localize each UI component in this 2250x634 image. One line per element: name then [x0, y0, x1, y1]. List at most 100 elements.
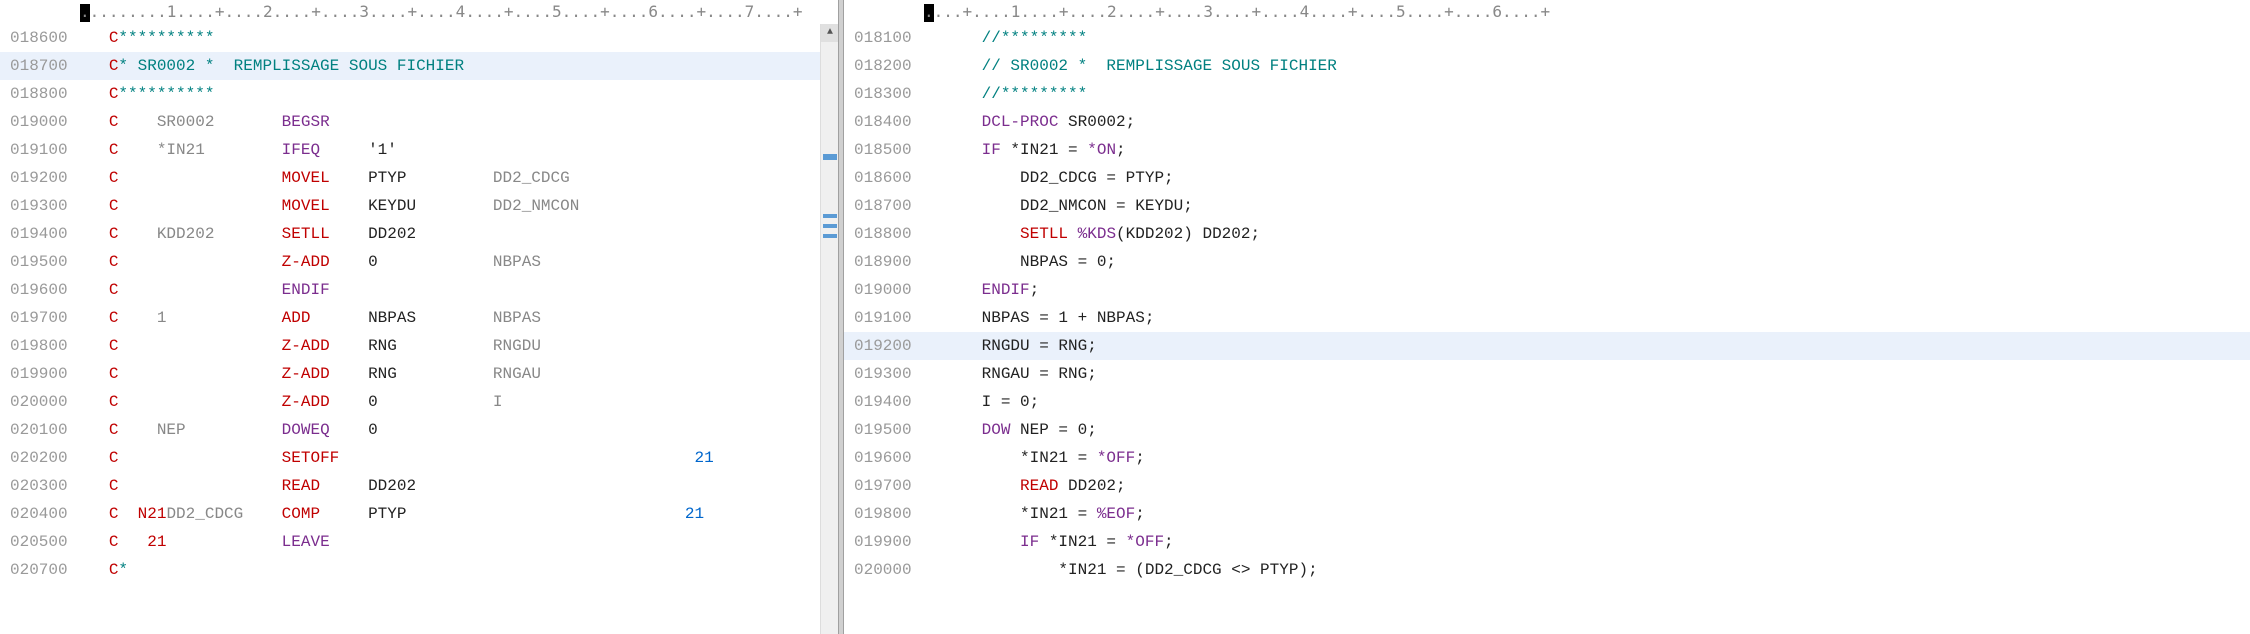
line-content: RNGDU = RNG; — [924, 332, 2250, 360]
ruler-left: .........1....+....2....+....3....+....4… — [0, 0, 838, 24]
right-editor-pane[interactable]: ....+....1....+....2....+....3....+....4… — [844, 0, 2250, 634]
code-line[interactable]: 020400 C N21DD2_CDCG COMP PTYP 21 — [0, 500, 838, 528]
line-number: 019500 — [0, 248, 80, 276]
code-line[interactable]: 018700 C* SR0002 * REMPLISSAGE SOUS FICH… — [0, 52, 838, 80]
line-content: C 1 ADD NBPAS NBPAS — [80, 304, 838, 332]
code-line[interactable]: 019700 C 1 ADD NBPAS NBPAS — [0, 304, 838, 332]
line-content: C SR0002 BEGSR — [80, 108, 838, 136]
line-number: 019900 — [844, 528, 924, 556]
line-number: 018700 — [844, 192, 924, 220]
line-number: 019800 — [844, 500, 924, 528]
line-content: RNGAU = RNG; — [924, 360, 2250, 388]
code-line[interactable]: 018200 // SR0002 * REMPLISSAGE SOUS FICH… — [844, 52, 2250, 80]
code-line[interactable]: 019200 RNGDU = RNG; — [844, 332, 2250, 360]
scroll-marker[interactable] — [823, 234, 837, 238]
code-line[interactable]: 019400 I = 0; — [844, 388, 2250, 416]
left-code-area[interactable]: 018600 C**********018700 C* SR0002 * REM… — [0, 24, 838, 584]
line-content: I = 0; — [924, 388, 2250, 416]
code-line[interactable]: 018900 NBPAS = 0; — [844, 248, 2250, 276]
code-line[interactable]: 020300 C READ DD202 — [0, 472, 838, 500]
code-line[interactable]: 019900 IF *IN21 = *OFF; — [844, 528, 2250, 556]
line-content: C 21 LEAVE — [80, 528, 838, 556]
line-number: 019000 — [844, 276, 924, 304]
line-number: 020000 — [0, 388, 80, 416]
code-line[interactable]: 018600 C********** — [0, 24, 838, 52]
code-line[interactable]: 019600 C ENDIF — [0, 276, 838, 304]
code-line[interactable]: 018300 //********* — [844, 80, 2250, 108]
left-scrollbar[interactable]: ▲ — [820, 24, 838, 634]
line-content: C *IN21 IFEQ '1' — [80, 136, 838, 164]
line-content: *IN21 = (DD2_CDCG <> PTYP); — [924, 556, 2250, 584]
code-line[interactable]: 019500 C Z-ADD 0 NBPAS — [0, 248, 838, 276]
code-line[interactable]: 020500 C 21 LEAVE — [0, 528, 838, 556]
line-content: DOW NEP = 0; — [924, 416, 2250, 444]
line-number: 019700 — [844, 472, 924, 500]
code-line[interactable]: 020000 *IN21 = (DD2_CDCG <> PTYP); — [844, 556, 2250, 584]
code-line[interactable]: 020700 C* — [0, 556, 838, 584]
code-line[interactable]: 018500 IF *IN21 = *ON; — [844, 136, 2250, 164]
line-number: 019600 — [844, 444, 924, 472]
line-number: 018700 — [0, 52, 80, 80]
code-line[interactable]: 020200 C SETOFF 21 — [0, 444, 838, 472]
code-line[interactable]: 019300 C MOVEL KEYDU DD2_NMCON — [0, 192, 838, 220]
line-content: C********** — [80, 80, 838, 108]
code-line[interactable]: 019200 C MOVEL PTYP DD2_CDCG — [0, 164, 838, 192]
line-content: NBPAS = 0; — [924, 248, 2250, 276]
line-content: C Z-ADD RNG RNGDU — [80, 332, 838, 360]
code-line[interactable]: 019100 NBPAS = 1 + NBPAS; — [844, 304, 2250, 332]
line-content: C SETOFF 21 — [80, 444, 838, 472]
line-number: 019800 — [0, 332, 80, 360]
line-number: 018300 — [844, 80, 924, 108]
code-line[interactable]: 019000 ENDIF; — [844, 276, 2250, 304]
scroll-marker[interactable] — [823, 214, 837, 218]
line-content: C********** — [80, 24, 838, 52]
line-content: C Z-ADD 0 NBPAS — [80, 248, 838, 276]
scroll-up-icon[interactable]: ▲ — [821, 24, 838, 42]
line-content: // SR0002 * REMPLISSAGE SOUS FICHIER — [924, 52, 2250, 80]
line-number: 019200 — [844, 332, 924, 360]
line-content: DD2_NMCON = KEYDU; — [924, 192, 2250, 220]
code-line[interactable]: 019700 READ DD202; — [844, 472, 2250, 500]
code-line[interactable]: 019000 C SR0002 BEGSR — [0, 108, 838, 136]
line-number: 019500 — [844, 416, 924, 444]
line-number: 020100 — [0, 416, 80, 444]
line-content: C MOVEL KEYDU DD2_NMCON — [80, 192, 838, 220]
line-content: C KDD202 SETLL DD202 — [80, 220, 838, 248]
code-line[interactable]: 020100 C NEP DOWEQ 0 — [0, 416, 838, 444]
line-content: C Z-ADD RNG RNGAU — [80, 360, 838, 388]
code-line[interactable]: 018400 DCL-PROC SR0002; — [844, 108, 2250, 136]
code-line[interactable]: 018800 C********** — [0, 80, 838, 108]
code-line[interactable]: 019300 RNGAU = RNG; — [844, 360, 2250, 388]
line-number: 020700 — [0, 556, 80, 584]
line-content: NBPAS = 1 + NBPAS; — [924, 304, 2250, 332]
code-line[interactable]: 018700 DD2_NMCON = KEYDU; — [844, 192, 2250, 220]
line-number: 019900 — [0, 360, 80, 388]
code-line[interactable]: 019900 C Z-ADD RNG RNGAU — [0, 360, 838, 388]
line-number: 019300 — [0, 192, 80, 220]
code-line[interactable]: 019400 C KDD202 SETLL DD202 — [0, 220, 838, 248]
code-line[interactable]: 019800 *IN21 = %EOF; — [844, 500, 2250, 528]
scroll-marker[interactable] — [823, 154, 837, 160]
ruler-text-left: .........1....+....2....+....3....+....4… — [80, 2, 802, 21]
line-number: 019400 — [844, 388, 924, 416]
right-code-area[interactable]: 018100 //*********018200 // SR0002 * REM… — [844, 24, 2250, 584]
line-number: 018600 — [0, 24, 80, 52]
code-line[interactable]: 019100 C *IN21 IFEQ '1' — [0, 136, 838, 164]
line-number: 018400 — [844, 108, 924, 136]
code-line[interactable]: 019500 DOW NEP = 0; — [844, 416, 2250, 444]
code-line[interactable]: 019600 *IN21 = *OFF; — [844, 444, 2250, 472]
scroll-marker[interactable] — [823, 224, 837, 228]
line-number: 020300 — [0, 472, 80, 500]
code-line[interactable]: 018100 //********* — [844, 24, 2250, 52]
code-line[interactable]: 019800 C Z-ADD RNG RNGDU — [0, 332, 838, 360]
line-number: 018100 — [844, 24, 924, 52]
ruler-text-right: ....+....1....+....2....+....3....+....4… — [924, 2, 1550, 21]
line-content: *IN21 = *OFF; — [924, 444, 2250, 472]
line-number: 019400 — [0, 220, 80, 248]
line-number: 018800 — [0, 80, 80, 108]
code-line[interactable]: 020000 C Z-ADD 0 I — [0, 388, 838, 416]
line-number: 020000 — [844, 556, 924, 584]
code-line[interactable]: 018800 SETLL %KDS(KDD202) DD202; — [844, 220, 2250, 248]
code-line[interactable]: 018600 DD2_CDCG = PTYP; — [844, 164, 2250, 192]
left-editor-pane[interactable]: .........1....+....2....+....3....+....4… — [0, 0, 838, 634]
